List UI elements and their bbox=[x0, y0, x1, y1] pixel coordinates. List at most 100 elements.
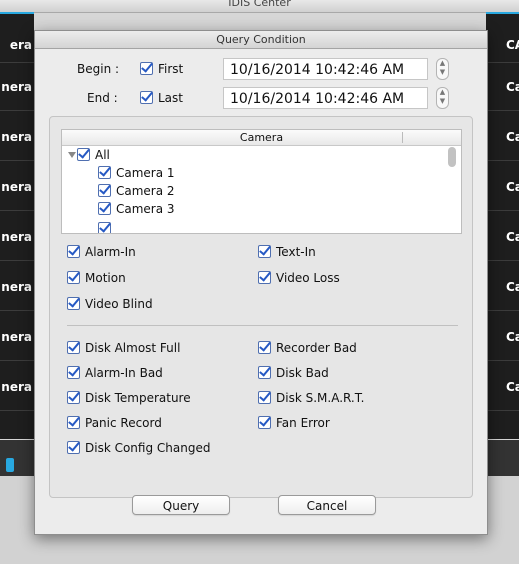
camera-list-scrollbar[interactable] bbox=[448, 147, 456, 167]
panic-record-checkbox[interactable]: Panic Record bbox=[67, 415, 162, 431]
disk-almost-full-checkbox[interactable]: Disk Almost Full bbox=[67, 340, 180, 356]
last-checkbox-label: Last bbox=[158, 91, 183, 105]
bg-cell-label: nera bbox=[1, 180, 32, 194]
first-checkbox-label: First bbox=[158, 62, 184, 76]
last-checkbox[interactable]: Last bbox=[140, 90, 183, 106]
camera-header-label: Camera bbox=[239, 131, 284, 144]
checkbox-checked-icon bbox=[258, 416, 271, 429]
checkbox-checked-icon bbox=[258, 391, 271, 404]
disk-config-changed-label: Disk Config Changed bbox=[85, 441, 211, 455]
camera-all-label: All bbox=[95, 148, 110, 162]
checkbox-checked-icon bbox=[67, 341, 80, 354]
bg-cell-label: nera bbox=[1, 280, 32, 294]
motion-checkbox[interactable]: Motion bbox=[67, 270, 126, 286]
stepper-down-icon: ▼ bbox=[439, 97, 446, 105]
bg-cell-label: nera bbox=[1, 80, 32, 94]
video-blind-label: Video Blind bbox=[85, 297, 153, 311]
bg-cell-label: nera bbox=[1, 330, 32, 344]
recorder-bad-checkbox[interactable]: Recorder Bad bbox=[258, 340, 357, 356]
disk-config-changed-checkbox[interactable]: Disk Config Changed bbox=[67, 440, 210, 456]
background-toolbar-right bbox=[486, 440, 519, 476]
column-separator bbox=[402, 132, 403, 143]
alarm-in-label: Alarm-In bbox=[85, 245, 136, 259]
camera-grid-right: CA Ca Ca Ca Ca Ca Ca Ca bbox=[486, 12, 519, 439]
begin-label: Begin : bbox=[77, 62, 120, 76]
checkbox-checked-icon bbox=[67, 391, 80, 404]
motion-label: Motion bbox=[85, 271, 126, 285]
checkbox-checked-icon bbox=[258, 341, 271, 354]
disk-smart-checkbox[interactable]: Disk S.M.A.R.T. bbox=[258, 390, 364, 406]
disk-smart-label: Disk S.M.A.R.T. bbox=[276, 391, 365, 405]
checkbox-checked-icon[interactable] bbox=[98, 184, 111, 197]
camera-list[interactable]: Camera All Camera 1 Camera 2 Camera 3 bbox=[61, 129, 462, 234]
video-blind-checkbox[interactable]: Video Blind bbox=[67, 296, 153, 312]
checkbox-checked-icon bbox=[67, 441, 80, 454]
disk-almost-full-label: Disk Almost Full bbox=[85, 341, 181, 355]
bg-cell-label: Ca bbox=[506, 280, 519, 294]
first-checkbox[interactable]: First bbox=[140, 61, 183, 77]
stepper-up-icon: ▲ bbox=[439, 59, 446, 67]
end-stepper[interactable]: ▲ ▼ bbox=[436, 87, 449, 109]
checkbox-checked-icon[interactable] bbox=[98, 202, 111, 215]
checkbox-checked-icon bbox=[67, 297, 80, 310]
alarm-in-checkbox[interactable]: Alarm-In bbox=[67, 244, 136, 260]
dialog-title: Query Condition bbox=[35, 31, 487, 49]
disk-temperature-checkbox[interactable]: Disk Temperature bbox=[67, 390, 191, 406]
camera-item-label: Camera 1 bbox=[116, 166, 175, 180]
begin-datetime-field[interactable]: 10/16/2014 10:42:46 AM bbox=[223, 58, 428, 80]
fan-error-checkbox[interactable]: Fan Error bbox=[258, 415, 330, 431]
disk-temperature-label: Disk Temperature bbox=[85, 391, 191, 405]
video-loss-label: Video Loss bbox=[276, 271, 340, 285]
video-loss-checkbox[interactable]: Video Loss bbox=[258, 270, 340, 286]
camera-all-item[interactable]: All bbox=[68, 147, 110, 163]
checkbox-checked-icon bbox=[67, 245, 80, 258]
checkbox-checked-icon bbox=[258, 271, 271, 284]
bg-cell-label: Ca bbox=[506, 230, 519, 244]
bg-cell-label: Ca bbox=[506, 380, 519, 394]
checkbox-checked-icon bbox=[258, 245, 271, 258]
end-label: End : bbox=[87, 91, 118, 105]
text-in-label: Text-In bbox=[276, 245, 316, 259]
checkbox-checked-icon bbox=[67, 416, 80, 429]
panic-record-label: Panic Record bbox=[85, 416, 162, 430]
recorder-bad-label: Recorder Bad bbox=[276, 341, 357, 355]
disk-bad-checkbox[interactable]: Disk Bad bbox=[258, 365, 329, 381]
filter-group-box: Camera All Camera 1 Camera 2 Camera 3 Al… bbox=[49, 116, 473, 498]
alarm-in-bad-label: Alarm-In Bad bbox=[85, 366, 163, 380]
fan-error-label: Fan Error bbox=[276, 416, 330, 430]
bg-cell-label: Ca bbox=[506, 180, 519, 194]
background-toolbar-left bbox=[0, 440, 34, 476]
camera-grid-left: era nera nera nera nera nera nera nera bbox=[0, 12, 34, 439]
disk-bad-label: Disk Bad bbox=[276, 366, 329, 380]
checkbox-checked-icon[interactable] bbox=[77, 148, 90, 161]
checkbox-checked-icon[interactable] bbox=[98, 166, 111, 179]
bg-cell-label: Ca bbox=[506, 330, 519, 344]
app-title: IDIS Center bbox=[228, 0, 291, 9]
checkbox-checked-icon[interactable] bbox=[98, 222, 111, 233]
stepper-up-icon: ▲ bbox=[439, 88, 446, 96]
end-datetime-field[interactable]: 10/16/2014 10:42:46 AM bbox=[223, 87, 428, 109]
text-in-checkbox[interactable]: Text-In bbox=[258, 244, 316, 260]
alarm-in-bad-checkbox[interactable]: Alarm-In Bad bbox=[67, 365, 163, 381]
disclosure-triangle-icon[interactable] bbox=[68, 152, 76, 158]
camera-list-item[interactable]: Camera 1 bbox=[98, 165, 175, 181]
stepper-down-icon: ▼ bbox=[439, 68, 446, 76]
camera-list-item[interactable]: Camera 3 bbox=[98, 201, 175, 217]
bg-cell-label: nera bbox=[1, 380, 32, 394]
begin-stepper[interactable]: ▲ ▼ bbox=[436, 58, 449, 80]
bg-cell-label: nera bbox=[1, 130, 32, 144]
app-title-bar: IDIS Center bbox=[0, 0, 519, 13]
cancel-button[interactable]: Cancel bbox=[278, 495, 376, 515]
bg-cell-label: CA bbox=[506, 38, 519, 52]
bg-cell-label: era bbox=[9, 38, 32, 52]
camera-item-label: Camera 2 bbox=[116, 184, 175, 198]
camera-column-header[interactable]: Camera bbox=[62, 130, 461, 146]
checkbox-checked-icon bbox=[140, 62, 153, 75]
camera-list-item-partial[interactable] bbox=[98, 221, 116, 233]
checkbox-checked-icon bbox=[140, 91, 153, 104]
camera-list-item[interactable]: Camera 2 bbox=[98, 183, 175, 199]
camera-item-label: Camera 3 bbox=[116, 202, 175, 216]
query-button[interactable]: Query bbox=[132, 495, 230, 515]
bg-cell-label: Ca bbox=[506, 80, 519, 94]
checkbox-checked-icon bbox=[67, 366, 80, 379]
